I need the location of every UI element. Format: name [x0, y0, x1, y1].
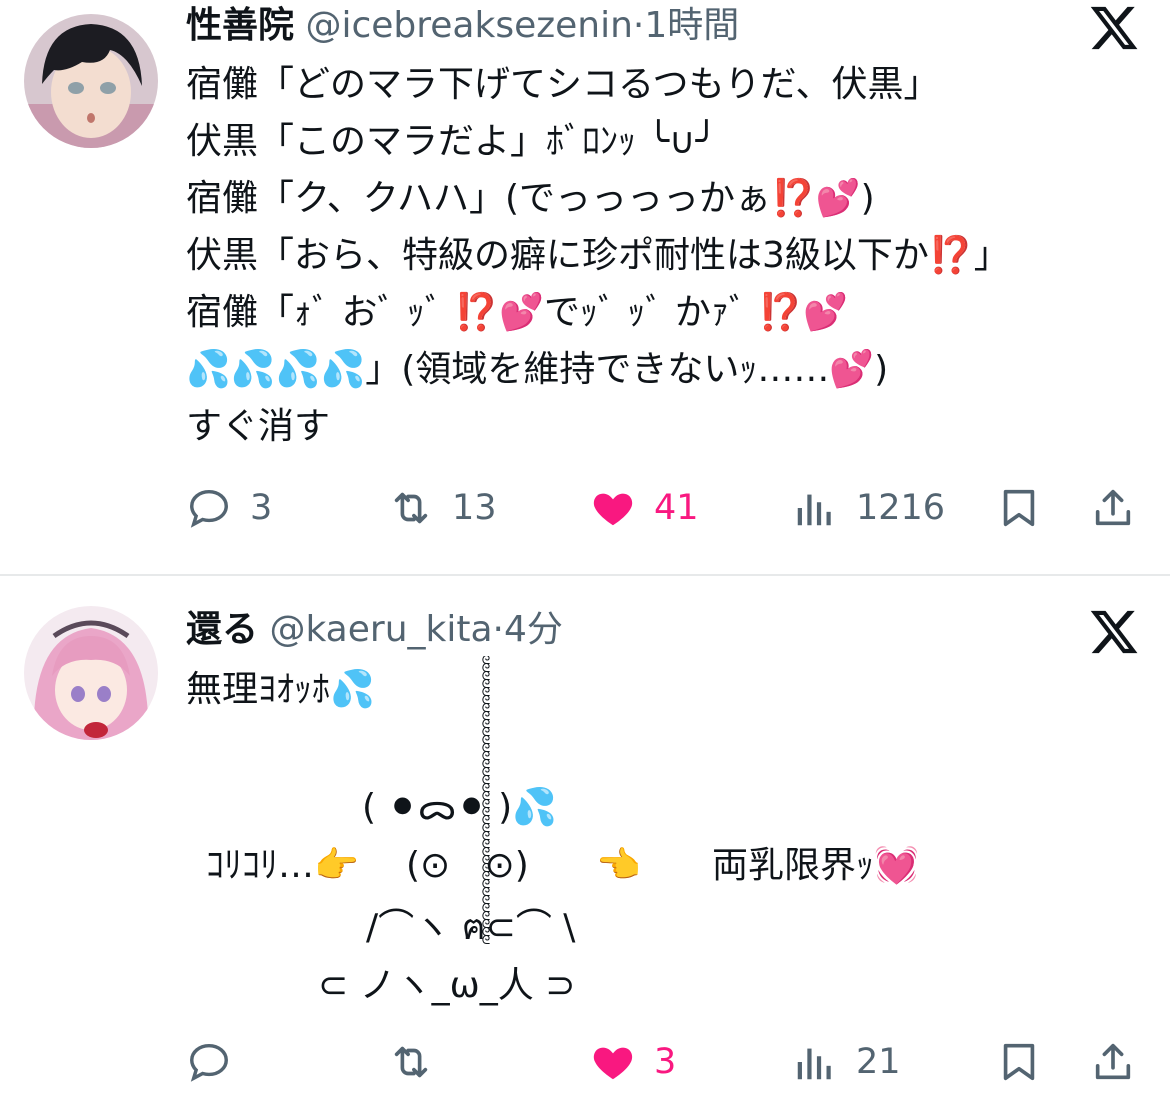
- text-line: 宿儺「ｫﾞ おﾞ ｯﾞ ⁉️💕でｯﾞ ｯﾞ かｧﾞ ⁉️💕: [186, 292, 848, 333]
- like-button[interactable]: 3: [590, 1032, 676, 1092]
- display-name[interactable]: 還る: [186, 609, 258, 650]
- retweet-button[interactable]: 13: [388, 478, 497, 538]
- reply-button[interactable]: [186, 1032, 250, 1092]
- heart-icon: [593, 493, 633, 526]
- user-handle[interactable]: @icebreaksezenin: [305, 5, 632, 46]
- x-logo-icon: [1088, 606, 1140, 658]
- user-handle[interactable]: @kaeru_kita: [269, 609, 492, 650]
- art-bottom: ⊂ ノヽ_ω_人 ⊃: [318, 965, 576, 1006]
- retweet-count: 13: [452, 488, 497, 528]
- views-icon: [797, 1048, 831, 1080]
- tweet-first-line: 無理ﾖｵｯﾎ💦: [186, 669, 375, 710]
- x-logo-icon: [1088, 2, 1140, 54]
- tweet-1[interactable]: 性善院 @icebreaksezenin·1時間 宿儺「どのマラ下げてシコるつも…: [0, 0, 1170, 574]
- art-chest: (⊙ ⊙): [406, 845, 529, 886]
- share-icon: [1095, 489, 1131, 526]
- separator: ·: [492, 609, 504, 650]
- art-eyes: ( ⚫︎ᯅ⚫︎ )💦: [362, 787, 558, 828]
- views-count: 21: [856, 1042, 901, 1082]
- tweet-header: 還る @kaeru_kita·4分: [186, 608, 563, 652]
- text-line: 宿儺「ク、クハハ」(でっっっっかぁ⁉️💕): [186, 178, 875, 219]
- reply-button[interactable]: 3: [186, 478, 272, 538]
- share-button[interactable]: [1090, 478, 1136, 538]
- bookmark-icon: [1003, 489, 1035, 527]
- text-line: 伏黒「おら、特級の癖に珍ポ耐性は3級以下か⁉️」: [186, 235, 1010, 276]
- bookmark-button[interactable]: [996, 1032, 1042, 1092]
- display-name[interactable]: 性善院: [186, 5, 294, 46]
- art-arms: /⌒ヽ ฅ⊂⌒ \: [366, 907, 576, 948]
- tweet-text: 宿儺「どのマラ下げてシコるつもりだ、伏黒」 伏黒「このマラだよ」ﾎﾞﾛﾝｯ ╰∪╯…: [186, 56, 1010, 455]
- separator: ·: [632, 5, 645, 46]
- like-count: 41: [654, 488, 699, 528]
- retweet-button[interactable]: [388, 1032, 452, 1092]
- heart-icon: [593, 1047, 633, 1080]
- share-button[interactable]: [1090, 1032, 1136, 1092]
- views-button[interactable]: 21: [792, 1032, 901, 1092]
- retweet-icon: [394, 1046, 428, 1078]
- text-line: 💦💦💦💦」(領域を維持できないｯ……💕): [186, 349, 889, 390]
- avatar[interactable]: [24, 14, 158, 148]
- like-count: 3: [654, 1042, 677, 1082]
- reply-icon: [190, 1043, 228, 1082]
- art-right-hand: 👈: [596, 845, 641, 886]
- like-button[interactable]: 41: [590, 478, 699, 538]
- reply-icon: [190, 489, 228, 528]
- art-left-label: ｺﾘｺﾘ…👉: [206, 845, 359, 886]
- timestamp[interactable]: 4分: [504, 609, 563, 650]
- bookmark-icon: [1003, 1043, 1035, 1081]
- reply-count: 3: [250, 488, 273, 528]
- retweet-icon: [394, 492, 428, 524]
- tweet-2[interactable]: 還る @kaeru_kita·4分 無理ﾖｵｯﾎ💦 ᘓᘓᘓᘓᘓᘓᘓᘓᘓᘓᘓᘓᘓᘓ…: [0, 576, 1170, 1104]
- text-line: すぐ消す: [186, 406, 331, 447]
- text-line: 宿儺「どのマラ下げてシコるつもりだ、伏黒」: [186, 64, 940, 105]
- views-icon: [797, 494, 831, 526]
- art-right-label: 両乳限界ｯ💓: [712, 845, 919, 886]
- views-button[interactable]: 1216: [792, 478, 945, 538]
- text-line: 伏黒「このマラだよ」ﾎﾞﾛﾝｯ ╰∪╯: [186, 121, 718, 162]
- share-icon: [1095, 1043, 1131, 1080]
- timestamp[interactable]: 1時間: [644, 5, 739, 46]
- views-count: 1216: [856, 488, 946, 528]
- bookmark-button[interactable]: [996, 478, 1042, 538]
- avatar[interactable]: [24, 606, 158, 740]
- action-bar: 3 13 41 1216: [0, 478, 1170, 538]
- tweet-header: 性善院 @icebreaksezenin·1時間: [186, 4, 739, 48]
- action-bar: 3 21: [0, 1032, 1170, 1092]
